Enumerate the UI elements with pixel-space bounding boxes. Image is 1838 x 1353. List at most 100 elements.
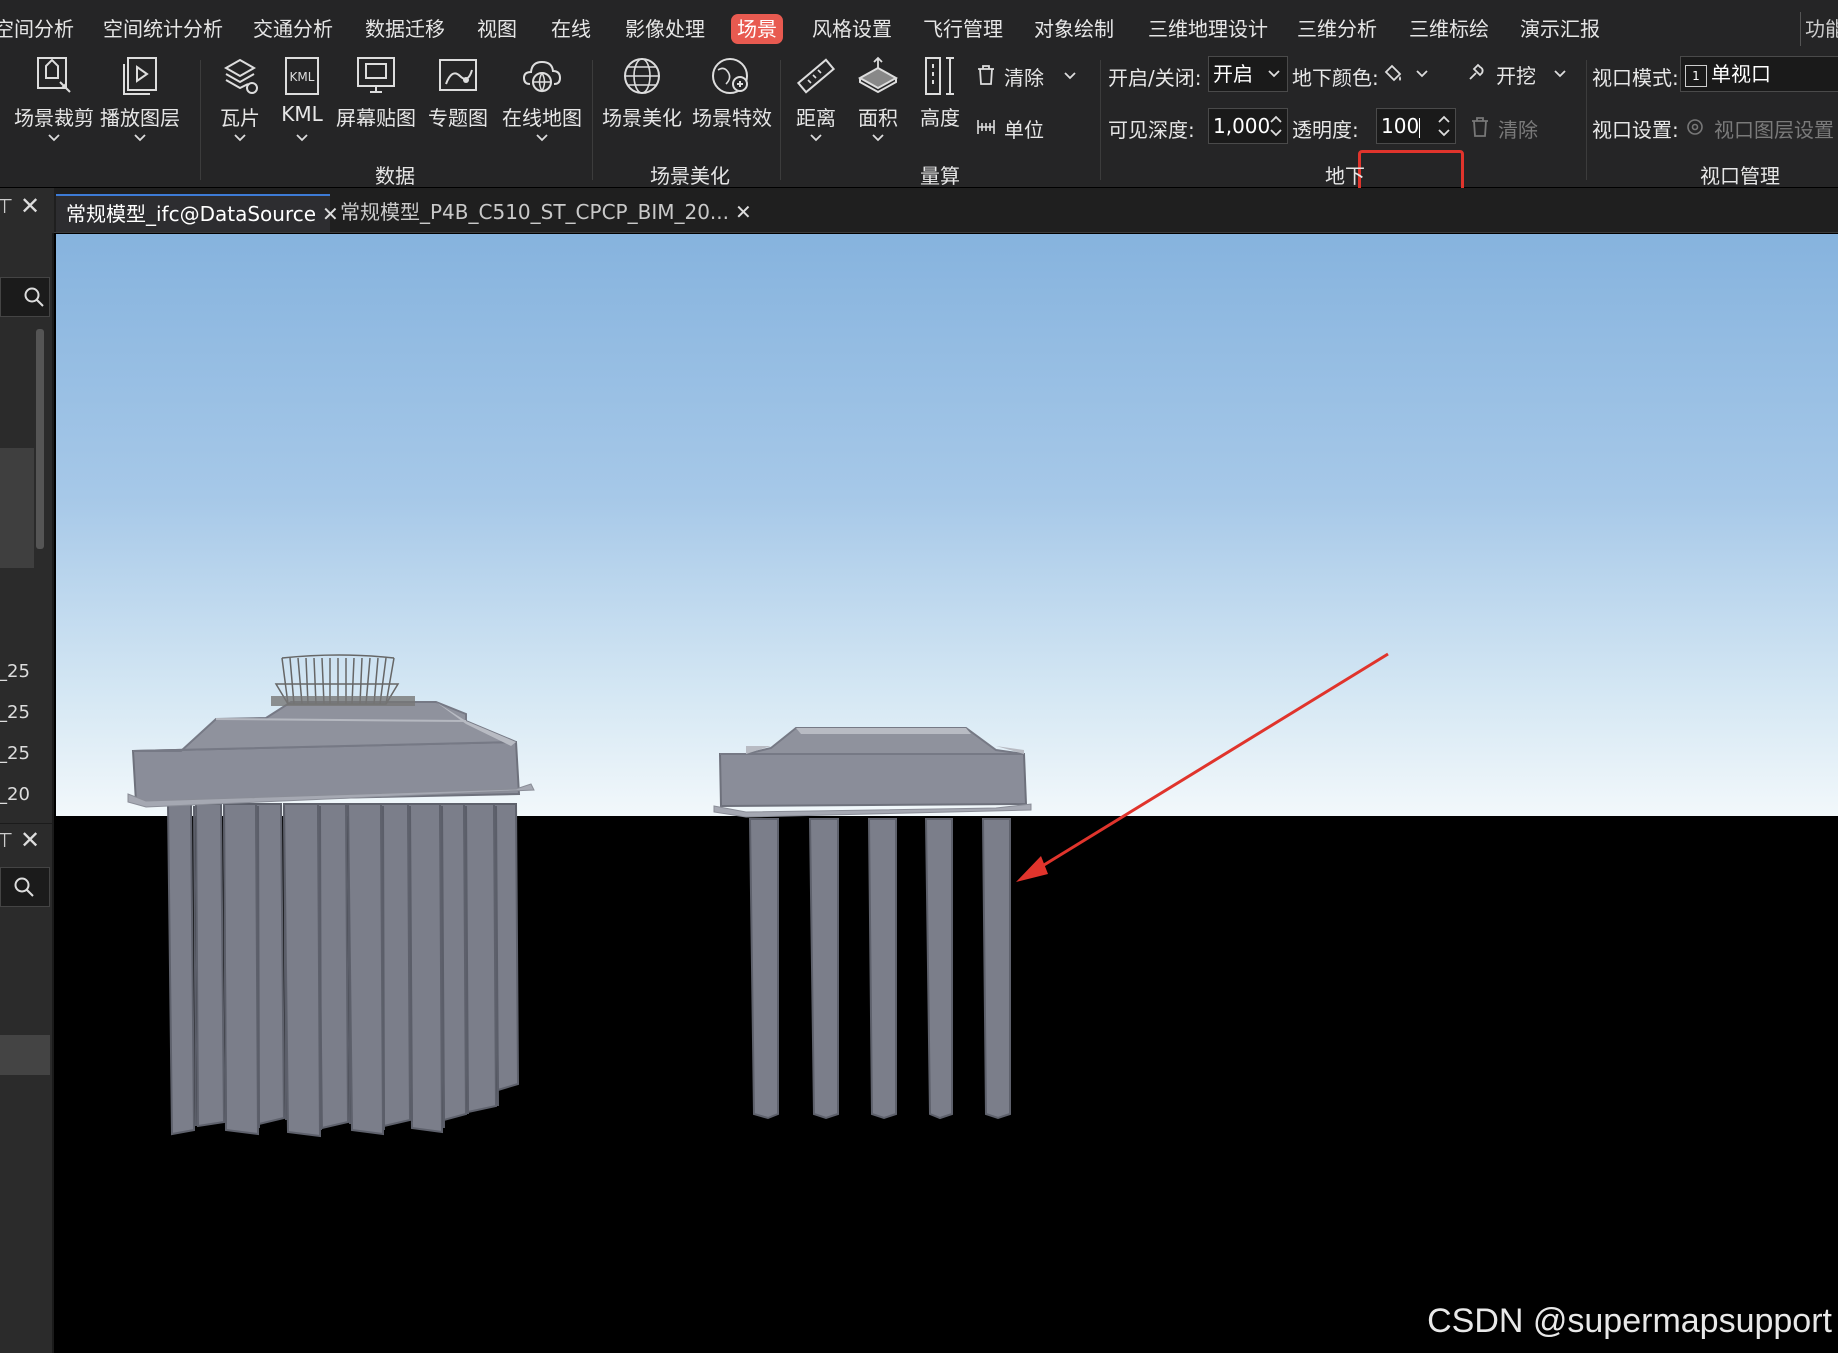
unit-label: 单位 xyxy=(1004,118,1044,142)
measure-clear-button[interactable]: 清除 xyxy=(976,60,1086,90)
unit-button[interactable]: 单位 xyxy=(976,112,1076,142)
height-button[interactable]: 高度 xyxy=(910,52,970,160)
tile-icon xyxy=(223,58,258,94)
tree-item[interactable]: _20 xyxy=(0,784,52,805)
tree-item[interactable]: _25 xyxy=(0,661,52,682)
menu-object-drawing[interactable]: 对象绘制 xyxy=(1034,14,1114,44)
chevron-down-icon xyxy=(134,134,146,142)
selected-tree-item[interactable] xyxy=(0,448,34,568)
thematic-map-button[interactable]: 专题图 xyxy=(420,52,496,160)
spinner-icon[interactable] xyxy=(1437,113,1451,139)
tab-ifc-model[interactable]: 常规模型_ifc@DataSource ✕ xyxy=(56,194,339,232)
kml-icon: KML xyxy=(285,57,319,95)
workspace-search-box[interactable] xyxy=(0,277,50,317)
menu-scene[interactable]: 场景 xyxy=(731,14,783,44)
menu-function-corner[interactable]: 功能 xyxy=(1800,12,1838,46)
pile-cap-model-right[interactable] xyxy=(713,727,1032,1120)
area-button[interactable]: 面积 xyxy=(848,52,908,160)
transparency-label: 透明度: xyxy=(1292,118,1359,142)
tile-button[interactable]: 瓦片 xyxy=(210,52,270,160)
excavate-button[interactable]: 开挖 xyxy=(1466,58,1572,88)
tree-item[interactable]: _25 xyxy=(0,743,52,764)
menu-traffic-analysis[interactable]: 交通分析 xyxy=(253,14,333,44)
menu-3d-plotting[interactable]: 三维标绘 xyxy=(1409,14,1489,44)
cloud-globe-icon xyxy=(522,60,562,93)
beautify-group-label: 场景美化 xyxy=(650,164,730,188)
viewport-mode-select[interactable]: 1 单视口 xyxy=(1680,56,1838,92)
distance-button[interactable]: 距离 xyxy=(786,52,846,160)
spinner-icon[interactable] xyxy=(1269,113,1283,139)
distance-label: 距离 xyxy=(796,106,836,130)
chevron-down-icon xyxy=(1554,70,1566,78)
menu-flight-management[interactable]: 飞行管理 xyxy=(923,14,1003,44)
height-icon xyxy=(925,57,954,95)
ruler-icon xyxy=(796,58,836,94)
menu-style-settings[interactable]: 风格设置 xyxy=(812,14,892,44)
onoff-label: 开启/关闭: xyxy=(1108,66,1202,90)
height-label: 高度 xyxy=(920,106,960,130)
screen-map-button[interactable]: 屏幕贴图 xyxy=(334,52,418,160)
close-icon[interactable]: ✕ xyxy=(20,826,40,854)
transparency-input[interactable]: 100 xyxy=(1376,108,1456,144)
scene-beautify-button[interactable]: 场景美化 xyxy=(598,52,686,160)
settings-icon xyxy=(1687,119,1703,135)
menu-spatial-statistics[interactable]: 空间统计分析 xyxy=(103,14,223,44)
screen-map-label: 屏幕贴图 xyxy=(336,106,416,130)
layer-search-box[interactable] xyxy=(0,867,50,907)
measure-clear-label: 清除 xyxy=(1004,66,1044,90)
pile-cap-model-left[interactable] xyxy=(127,654,535,1138)
onoff-select-value: 开启 xyxy=(1213,62,1253,86)
underground-group-label: 地下 xyxy=(1325,164,1365,188)
tile-label: 瓦片 xyxy=(220,106,260,130)
scene-effects-label: 场景特效 xyxy=(692,106,772,130)
scene-clip-icon xyxy=(37,57,71,93)
selected-layer-item[interactable] xyxy=(0,1035,50,1075)
left-panel-header: ⊤ ✕ xyxy=(0,188,54,233)
tree-item[interactable]: _25 xyxy=(0,702,52,723)
pin-icon[interactable]: ⊤ xyxy=(0,194,13,218)
scene-clip-button[interactable]: 场景裁剪 xyxy=(10,52,98,160)
scrollbar[interactable] xyxy=(36,329,44,549)
chevron-down-icon xyxy=(234,134,246,142)
scene-effects-button[interactable]: 场景特效 xyxy=(688,52,776,160)
watermark: CSDN @supermapsupport xyxy=(1427,1302,1832,1340)
visible-depth-value: 1,000 xyxy=(1213,114,1271,138)
ribbon: 场景裁剪 播放图层 瓦片 KML KML 屏幕贴图 专题图 在线地图 数据 场景… xyxy=(0,52,1838,194)
menu-spatial-analysis[interactable]: 空间分析 xyxy=(0,14,74,44)
viewport-settings-label: 视口设置: xyxy=(1592,118,1679,142)
close-icon[interactable]: ✕ xyxy=(20,192,40,220)
menu-3d-analysis[interactable]: 三维分析 xyxy=(1297,14,1377,44)
scene-viewport[interactable]: CSDN @supermapsupport xyxy=(56,234,1838,1353)
group-separator xyxy=(1100,60,1101,180)
underground-color-picker[interactable] xyxy=(1382,58,1438,88)
menu-image-processing[interactable]: 影像处理 xyxy=(625,14,705,44)
chevron-down-icon xyxy=(810,134,822,142)
search-icon xyxy=(24,287,44,307)
menu-presentation[interactable]: 演示汇报 xyxy=(1520,14,1600,44)
menu-3d-geodesign[interactable]: 三维地理设计 xyxy=(1148,14,1268,44)
play-layer-button[interactable]: 播放图层 xyxy=(100,52,180,160)
chevron-down-icon xyxy=(1416,70,1428,78)
chevron-down-icon xyxy=(296,134,308,142)
tab-p4b-model[interactable]: 常规模型_P4B_C510_ST_CPCP_BIM_20... ✕ xyxy=(330,194,752,232)
onoff-select[interactable]: 开启 xyxy=(1208,56,1288,92)
online-map-button[interactable]: 在线地图 xyxy=(498,52,586,160)
menu-view[interactable]: 视图 xyxy=(477,14,517,44)
kml-button[interactable]: KML KML xyxy=(272,52,332,160)
chevron-down-icon xyxy=(1064,72,1076,80)
underground-color-label: 地下颜色: xyxy=(1292,66,1379,90)
viewport-layer-settings-button[interactable]: 视口图层设置 xyxy=(1686,112,1838,142)
visible-depth-input[interactable]: 1,000 xyxy=(1208,108,1288,144)
menu-online[interactable]: 在线 xyxy=(551,14,591,44)
close-icon[interactable]: ✕ xyxy=(735,194,752,230)
underground-clear-button[interactable]: 清除 xyxy=(1470,112,1560,142)
trash-icon xyxy=(1472,117,1488,137)
menu-bar: 空间分析 空间统计分析 交通分析 数据迁移 视图 在线 影像处理 场景 风格设置… xyxy=(0,0,1838,52)
kml-label: KML xyxy=(281,102,323,126)
play-layer-icon xyxy=(123,57,157,95)
pin-icon[interactable]: ⊤ xyxy=(0,828,13,852)
menu-data-migration[interactable]: 数据迁移 xyxy=(365,14,445,44)
group-separator xyxy=(200,60,201,180)
globe-icon xyxy=(624,58,660,94)
screen-map-icon xyxy=(357,57,395,93)
